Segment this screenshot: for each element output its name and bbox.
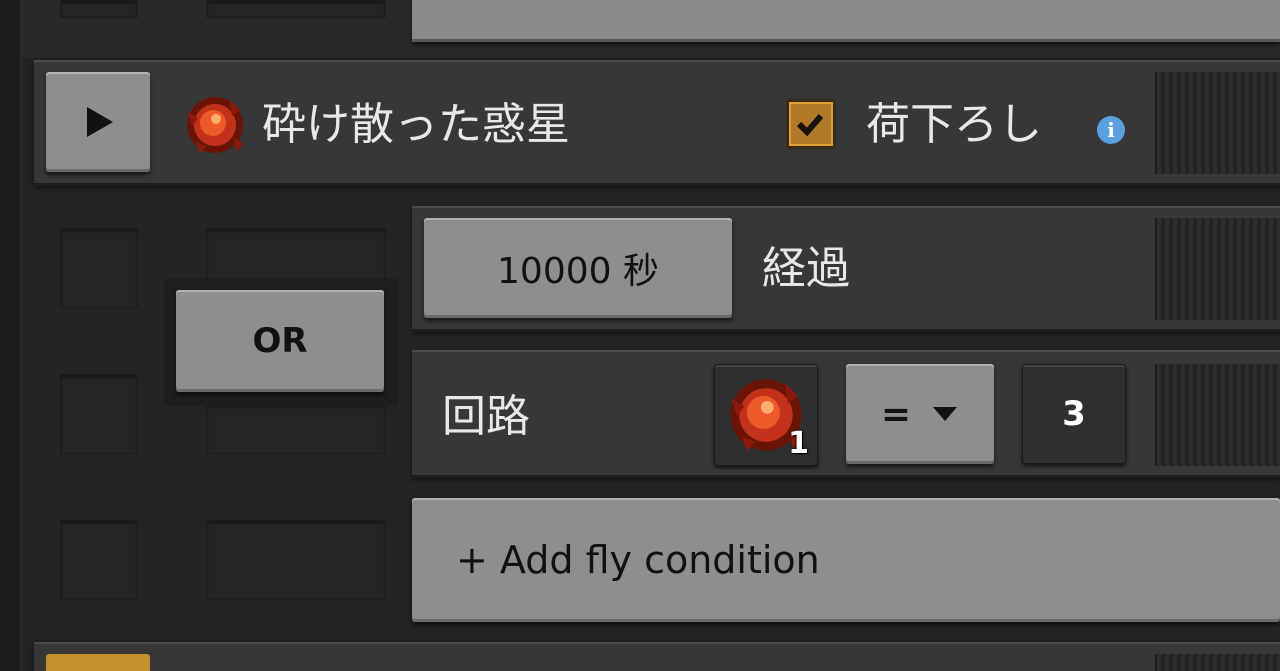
slot-mid-3 (206, 520, 386, 600)
station-row-handle[interactable] (1155, 72, 1280, 174)
add-fly-condition-label: + Add fly condition (456, 538, 820, 582)
left-frame (0, 0, 22, 671)
next-row-button[interactable] (46, 654, 150, 671)
station-name: 砕け散った惑星 (262, 99, 570, 150)
add-fly-condition-button[interactable]: + Add fly condition (412, 498, 1280, 622)
signal-selector[interactable]: 1 (714, 364, 818, 466)
slot-top-1 (60, 0, 138, 18)
constant-value: 3 (1062, 394, 1086, 434)
slot-mid-1 (206, 228, 386, 280)
slot-left-2 (60, 374, 138, 454)
chevron-down-icon (933, 407, 958, 421)
comparator-value: = (880, 393, 912, 435)
info-icon[interactable]: i (1097, 116, 1125, 144)
unload-checkbox[interactable] (786, 99, 836, 149)
unload-label: 荷下ろし (866, 99, 1042, 150)
go-to-station-button[interactable] (46, 72, 150, 172)
previous-condition-panel (412, 0, 1280, 42)
next-station-row (34, 642, 1280, 671)
signal-count: 1 (788, 426, 809, 461)
slot-mid-2 (206, 404, 386, 454)
slot-left-1 (60, 228, 138, 308)
play-icon (87, 107, 113, 137)
next-row-handle[interactable] (1155, 654, 1280, 671)
or-button[interactable]: OR (176, 290, 384, 392)
time-row-handle[interactable] (1155, 218, 1280, 320)
comparator-dropdown[interactable]: = (846, 364, 994, 464)
or-label: OR (252, 321, 308, 361)
circuit-row-handle[interactable] (1155, 364, 1280, 466)
checkmark-icon (796, 114, 824, 137)
time-elapsed-label: 経過 (762, 243, 850, 294)
time-value-button[interactable]: 10000 秒 (424, 218, 732, 318)
constant-value-field[interactable]: 3 (1022, 364, 1126, 464)
slot-top-2 (206, 0, 386, 18)
slot-left-3 (60, 520, 138, 600)
shattered-planet-icon (182, 92, 248, 158)
time-value-label: 10000 秒 (497, 251, 659, 292)
circuit-label: 回路 (442, 391, 530, 442)
